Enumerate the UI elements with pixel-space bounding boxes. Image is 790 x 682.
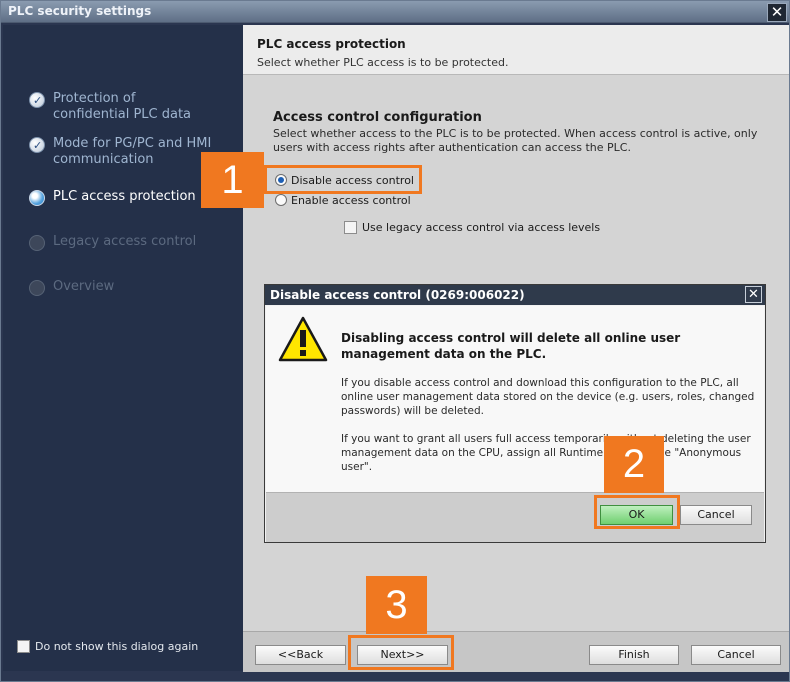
dialog-cancel-button[interactable]: Cancel bbox=[680, 505, 752, 525]
dialog-title-bar: Disable access control (0269:006022) ✕ bbox=[265, 285, 765, 305]
pending-step-icon bbox=[29, 235, 45, 251]
active-step-icon bbox=[29, 190, 45, 206]
page-subtitle: Select whether PLC access is to be prote… bbox=[257, 56, 509, 69]
section-description: Select whether access to the PLC is to b… bbox=[273, 127, 758, 154]
radio-unselected-icon[interactable] bbox=[275, 194, 287, 206]
wizard-sidebar: ✓ Protection of confidential PLC data ✓ … bbox=[3, 25, 243, 671]
window-title: PLC security settings bbox=[8, 4, 152, 18]
dialog-body: Disabling access control will delete all… bbox=[266, 306, 764, 492]
dialog-heading: Disabling access control will delete all… bbox=[341, 331, 681, 361]
section-title: Access control configuration bbox=[273, 110, 482, 125]
warning-icon bbox=[278, 316, 328, 362]
dialog-footer: OK Cancel bbox=[266, 492, 764, 542]
dont-show-again-label: Do not show this dialog again bbox=[35, 639, 199, 653]
radio-enable-access-control[interactable]: Enable access control bbox=[275, 193, 411, 207]
disable-access-control-dialog: Disable access control (0269:006022) ✕ D… bbox=[264, 284, 766, 543]
cancel-button[interactable]: Cancel bbox=[691, 645, 781, 665]
callout-highlight-2 bbox=[594, 495, 680, 529]
dialog-title: Disable access control (0269:006022) bbox=[270, 288, 525, 302]
legacy-access-checkbox[interactable]: Use legacy access control via access lev… bbox=[344, 220, 600, 234]
callout-number-3: 3 bbox=[366, 576, 427, 634]
close-icon[interactable]: ✕ bbox=[745, 286, 762, 303]
callout-highlight-3 bbox=[348, 635, 454, 670]
plc-security-settings-window: PLC security settings ✕ ✓ Protection of … bbox=[0, 0, 790, 682]
dont-show-again-checkbox[interactable]: Do not show this dialog again bbox=[17, 639, 198, 653]
dialog-paragraph: If you disable access control and downlo… bbox=[341, 377, 755, 417]
callout-number-2: 2 bbox=[604, 436, 664, 493]
sidebar-step-label: Legacy access control bbox=[53, 234, 197, 249]
checkmark-icon: ✓ bbox=[29, 92, 45, 108]
checkmark-icon: ✓ bbox=[29, 137, 45, 153]
title-bar: PLC security settings ✕ bbox=[1, 1, 789, 23]
sidebar-step-label: Mode for PG/PC and HMI communication bbox=[53, 136, 212, 167]
close-icon[interactable]: ✕ bbox=[767, 3, 787, 22]
wizard-footer: <<Back Next>> Finish Cancel bbox=[243, 631, 789, 672]
pending-step-icon bbox=[29, 280, 45, 296]
page-title: PLC access protection bbox=[257, 37, 406, 51]
checkbox-icon[interactable] bbox=[344, 220, 357, 234]
radio-label: Enable access control bbox=[291, 193, 411, 207]
finish-button[interactable]: Finish bbox=[589, 645, 679, 665]
callout-number-1: 1 bbox=[201, 152, 264, 208]
back-button[interactable]: <<Back bbox=[255, 645, 346, 665]
legacy-access-label: Use legacy access control via access lev… bbox=[362, 220, 601, 234]
sidebar-step-label: Overview bbox=[53, 279, 115, 294]
sidebar-step-label: Protection of confidential PLC data bbox=[53, 91, 192, 122]
checkbox-icon[interactable] bbox=[17, 639, 30, 653]
callout-highlight-1 bbox=[264, 165, 422, 194]
sidebar-step-label: PLC access protection bbox=[53, 189, 196, 204]
dialog-paragraph: If you want to grant all users full acce… bbox=[341, 433, 751, 473]
content-header: PLC access protection Select whether PLC… bbox=[243, 25, 789, 75]
